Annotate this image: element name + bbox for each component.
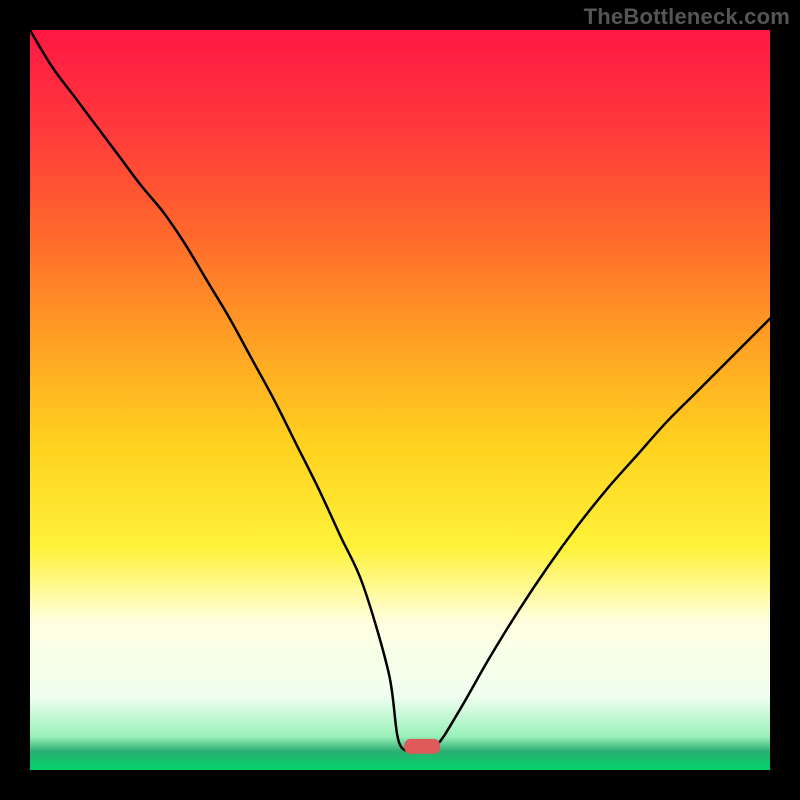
chart-container: TheBottleneck.com (0, 0, 800, 800)
optimum-marker (404, 739, 440, 754)
plot-background (30, 30, 770, 770)
bottleneck-chart (0, 0, 800, 800)
watermark-text: TheBottleneck.com (584, 4, 790, 30)
